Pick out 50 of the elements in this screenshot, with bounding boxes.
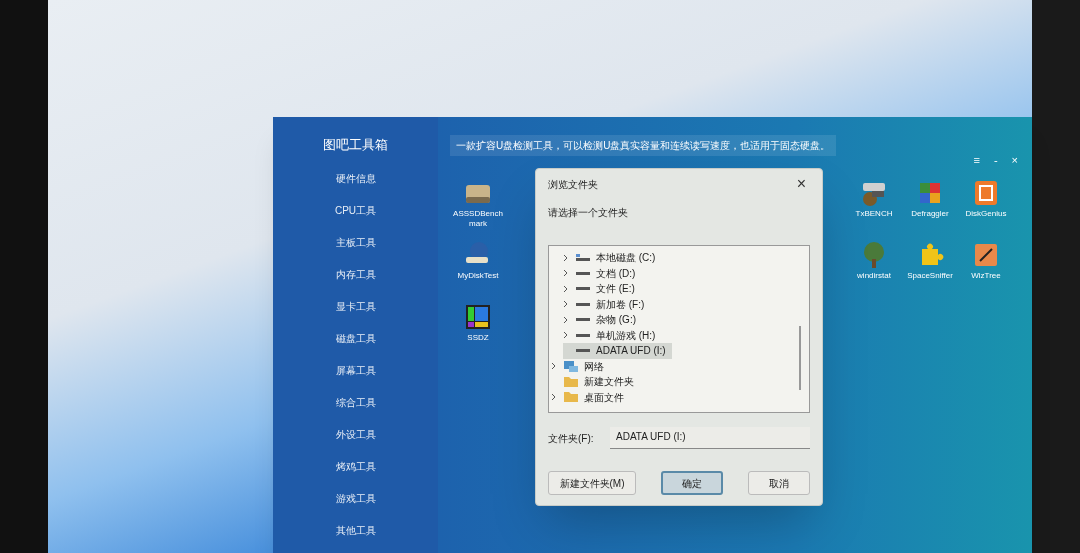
tree-item[interactable]: 新加卷 (F:) [563,296,651,312]
tool-label[interactable]: WizTree [957,271,1015,281]
ok-button[interactable]: 确定 [661,471,723,495]
tree-item[interactable]: 桌面文件 [551,389,630,405]
tool-label[interactable]: SpaceSniffer [901,271,959,281]
tool-label[interactable]: DiskGenius [957,209,1015,219]
tree-item[interactable]: 单机游戏 (H:) [563,327,662,343]
scrollbar-thumb[interactable] [799,326,801,390]
menu-button[interactable]: ≡ [973,155,980,166]
sidebar-item[interactable]: 内存工具 [335,264,376,284]
folder-field[interactable]: ADATA UFD (I:) [610,427,810,449]
sidebar-item[interactable]: 显卡工具 [335,296,376,316]
dialog-title: 浏览文件夹 [548,177,598,192]
tree-item[interactable]: 本地磁盘 (C:) [563,250,662,266]
folder-label: 文件夹(F): [548,431,595,446]
tool-description: 一款扩容U盘检测工具，可以检测U盘真实容量和连续读写速度，也适用于固态硬盘。 [450,134,837,156]
dialog-prompt: 请选择一个文件夹 [548,206,629,220]
tool-label[interactable]: Defraggler [901,209,959,219]
sidebar-item[interactable]: 屏幕工具 [335,360,376,380]
chevron-icon[interactable] [551,393,557,402]
sidebar-item[interactable]: 磁盘工具 [335,328,376,348]
close-button[interactable]: × [1011,155,1018,166]
tree-item[interactable]: 网络 [551,358,610,374]
tree-item[interactable]: 文件 (E:) [563,281,641,297]
minimize-button[interactable]: - [993,155,998,166]
tool-label[interactable]: MyDiskTest [449,271,507,281]
tree-item[interactable]: 杂物 (G:) [563,312,642,328]
chevron-icon[interactable] [551,362,557,371]
sidebar-item[interactable]: 其他工具 [335,520,376,540]
new-folder-button[interactable]: 新建文件夹(M) [548,471,636,495]
sidebar-item[interactable]: CPU工具 [334,200,377,220]
app-title: 图吧工具箱 [323,136,388,154]
sidebar-item[interactable]: 外设工具 [335,424,376,444]
tree-item[interactable]: 文档 (D:) [563,265,642,281]
sidebar-item[interactable]: 烤鸡工具 [335,456,376,476]
network-icon [564,360,578,372]
tree-item[interactable]: ADATA UFD (I:) [563,343,672,359]
tree-item[interactable]: 新建文件夹 [551,374,640,390]
folder-icon [564,392,578,403]
sidebar-item[interactable]: 综合工具 [335,392,376,412]
folder-icon [564,376,578,387]
sidebar-item[interactable]: 硬件信息 [335,168,376,188]
sidebar-item[interactable]: 主板工具 [335,232,376,252]
tool-label[interactable]: ASSSDBench mark [449,209,507,229]
tool-label[interactable]: SSDZ [449,333,507,343]
close-button[interactable]: × [792,172,810,196]
tool-label[interactable]: TxBENCH [845,209,903,219]
tool-label[interactable]: windirstat [845,271,903,281]
cancel-button[interactable]: 取消 [748,471,810,495]
sidebar-item[interactable]: 游戏工具 [335,488,376,508]
